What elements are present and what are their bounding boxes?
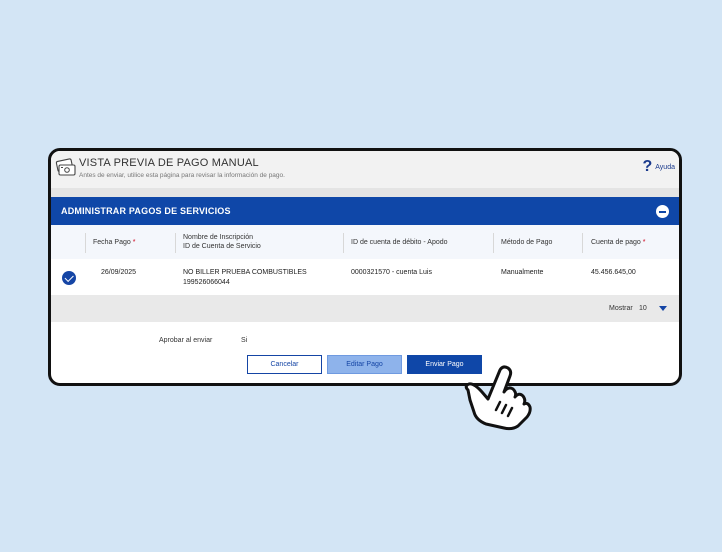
page-size-value[interactable]: 10 — [639, 305, 647, 312]
table-header: Fecha Pago * Nombre de Inscripción ID de … — [51, 225, 679, 259]
cell-cuenta-debito: 0000321570 - cuenta Luis — [351, 269, 432, 276]
page-subtitle: Antes de enviar, utilice esta página par… — [79, 172, 285, 179]
payment-preview-window: VISTA PREVIA DE PAGO MANUAL Antes de env… — [48, 148, 682, 386]
cell-nombre: NO BILLER PRUEBA COMBUSTIBLES 19952606604… — [183, 269, 307, 286]
edit-payment-button[interactable]: Editar Pago — [327, 355, 402, 374]
page-header: VISTA PREVIA DE PAGO MANUAL Antes de env… — [51, 151, 679, 188]
cell-cuenta-pago: 45.456.645,00 — [591, 269, 636, 276]
approve-label: Aprobar al enviar — [159, 337, 213, 344]
column-header-metodo: Método de Pago — [501, 239, 553, 246]
minus-circle-icon[interactable] — [656, 205, 669, 218]
column-divider — [175, 233, 176, 253]
header-divider — [51, 188, 679, 197]
column-header-cuenta-pago: Cuenta de pago * — [591, 239, 646, 246]
help-link[interactable]: ? Ayuda — [642, 158, 675, 176]
cancel-button[interactable]: Cancelar — [247, 355, 322, 374]
column-header-nombre: Nombre de Inscripción ID de Cuenta de Ser… — [183, 234, 261, 250]
page-size-label: Mostrar — [609, 305, 633, 312]
cell-metodo: Manualmente — [501, 269, 544, 276]
pointer-hand-icon — [464, 365, 532, 431]
chevron-down-icon[interactable] — [659, 306, 667, 311]
table-row[interactable]: 26/09/2025 NO BILLER PRUEBA COMBUSTIBLES… — [51, 261, 679, 295]
question-mark-icon: ? — [642, 158, 653, 175]
column-divider — [343, 233, 344, 253]
pagination-bar: Mostrar 10 — [51, 295, 679, 322]
row-selected-checkbox[interactable] — [62, 271, 76, 285]
section-title: ADMINISTRAR PAGOS DE SERVICIOS — [61, 206, 231, 216]
column-header-cuenta-debito: ID de cuenta de débito - Apodo — [351, 239, 448, 246]
column-divider — [493, 233, 494, 253]
section-header: ADMINISTRAR PAGOS DE SERVICIOS — [51, 197, 679, 225]
payment-cards-icon — [55, 158, 76, 176]
approve-value: Si — [241, 337, 248, 344]
page-title: VISTA PREVIA DE PAGO MANUAL — [79, 157, 259, 169]
column-divider — [85, 233, 86, 253]
column-header-fecha: Fecha Pago * — [93, 239, 136, 246]
help-label: Ayuda — [655, 163, 675, 171]
column-divider — [582, 233, 583, 253]
cell-fecha: 26/09/2025 — [101, 269, 137, 276]
